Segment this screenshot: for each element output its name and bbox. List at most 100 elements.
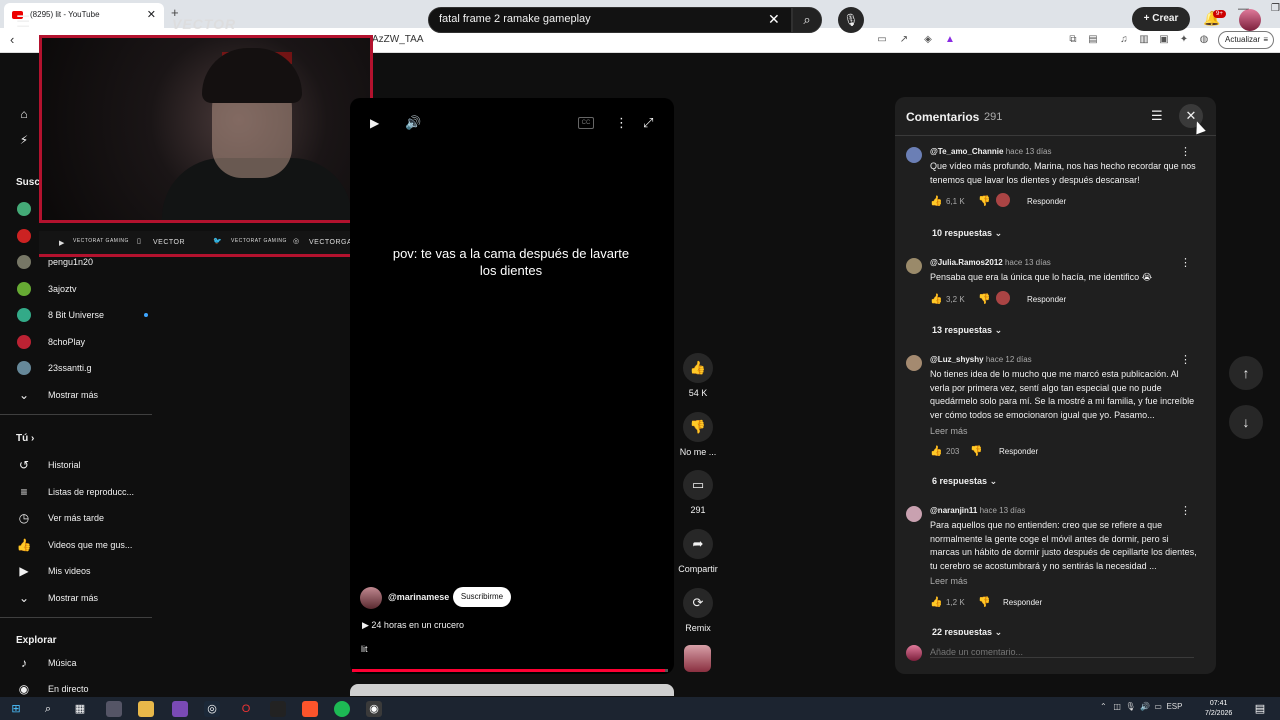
more-vert-icon[interactable]: ⋮ [1180, 504, 1191, 517]
replies-toggle[interactable]: 22 respuestas ⌄ [932, 627, 1002, 635]
reply-button[interactable]: Responder [1003, 598, 1042, 607]
voice-search-button[interactable]: 🎙 [838, 7, 864, 33]
add-comment-input[interactable] [930, 647, 1194, 658]
user-avatar[interactable] [1239, 9, 1261, 31]
playlist-link[interactable]: ▶ 24 horas en un crucero [362, 620, 464, 631]
app-icon[interactable] [106, 701, 122, 717]
opera-icon[interactable]: O [238, 701, 254, 717]
channel-name[interactable]: @marinamese [388, 592, 449, 602]
you-heading[interactable]: Tú › [16, 433, 34, 444]
notification-center-icon[interactable]: ▤ [1252, 701, 1268, 717]
commenter-avatar[interactable] [906, 147, 922, 163]
thumbs-up-icon[interactable]: 👍 [930, 294, 942, 305]
divider [895, 135, 1216, 136]
reply-button[interactable]: Responder [1027, 295, 1066, 304]
comment-author[interactable]: @naranjin11 [930, 506, 977, 515]
next-video-button[interactable]: ↓ [1229, 405, 1263, 439]
back-arrow-icon[interactable]: ‹ [10, 32, 14, 47]
screenshot-icon[interactable]: ▭ [876, 34, 888, 46]
commenter-avatar[interactable] [906, 506, 922, 522]
shield-icon[interactable]: ◈ [922, 34, 934, 46]
reply-button[interactable]: Responder [1027, 197, 1066, 206]
thumbs-down-icon[interactable]: 👎 [978, 196, 990, 207]
steam-icon[interactable]: ◎ [204, 701, 220, 717]
maximize-icon[interactable]: ❐ [1271, 3, 1280, 14]
comment-author[interactable]: @Te_amo_Channie [930, 147, 1003, 156]
game-icon[interactable] [270, 701, 286, 717]
ai-icon[interactable]: ✦ [1178, 34, 1190, 46]
share-icon[interactable]: ↗ [898, 34, 910, 46]
brave-icon[interactable] [302, 701, 318, 717]
comment-author[interactable]: @Julia.Ramos2012 [930, 258, 1003, 267]
shorts-video-player[interactable] [350, 98, 674, 674]
commenter-avatar[interactable] [906, 355, 922, 371]
subscribe-button[interactable]: Suscribirme [453, 587, 511, 607]
vpn-icon[interactable]: ◍ [1198, 34, 1210, 46]
fullscreen-icon[interactable]: ⤢ [643, 115, 653, 131]
comment-text: Que vídeo más profundo, Marina, nos has … [930, 161, 1196, 185]
search-input[interactable] [439, 13, 759, 25]
triangle-icon[interactable]: ▲ [944, 34, 956, 46]
share-button[interactable]: ➦ Compartir [676, 529, 720, 574]
task-view-icon[interactable]: ▦ [72, 701, 88, 717]
read-more-link[interactable]: Leer más [930, 426, 968, 436]
thumbs-down-icon[interactable]: 👎 [970, 446, 982, 457]
commenter-avatar[interactable] [906, 258, 922, 274]
subscriptions-heading[interactable]: Susc [16, 177, 40, 188]
obs-icon[interactable]: ◉ [366, 701, 382, 717]
search-box[interactable] [428, 7, 792, 33]
reader-icon[interactable]: ▥ [1138, 34, 1150, 46]
more-vert-icon[interactable]: ⋮ [1180, 145, 1191, 158]
create-button[interactable]: + Crear [1132, 7, 1190, 31]
remix-button[interactable]: ⟳ Remix [676, 588, 720, 633]
more-vert-icon[interactable]: ⋮ [615, 115, 628, 131]
hamburger-menu-icon[interactable]: ☰ [16, 12, 30, 32]
update-button[interactable]: Actualizar ≡ [1218, 31, 1274, 49]
play-icon[interactable]: ▶ [370, 116, 379, 130]
thumbs-down-icon[interactable]: 👎 [978, 294, 990, 305]
channel-name: 8choPlay [48, 337, 86, 347]
next-video-peek[interactable] [350, 684, 674, 696]
captions-icon[interactable]: CC [578, 117, 594, 129]
search-icon[interactable]: ⌕ [40, 701, 56, 717]
replies-toggle[interactable]: 10 respuestas ⌄ [932, 228, 1002, 239]
remix-icon: ⟳ [683, 588, 713, 618]
spotify-icon[interactable] [334, 701, 350, 717]
comment-text: Para aquellos que no entienden: creo que… [930, 520, 1197, 571]
sidebar-icon[interactable]: ▤ [1087, 34, 1099, 46]
taskbar-clock[interactable]: 07:41 7/2/2026 [1205, 699, 1232, 719]
thumbs-down-icon[interactable]: 👎 [978, 597, 990, 608]
previous-video-button[interactable]: ↑ [1229, 356, 1263, 390]
replies-toggle[interactable]: 6 respuestas ⌄ [932, 476, 997, 487]
file-explorer-icon[interactable] [138, 701, 154, 717]
channel-avatar[interactable] [360, 587, 382, 609]
discord-icon[interactable] [172, 701, 188, 717]
like-button[interactable]: 👍 54 K [676, 353, 720, 398]
sound-thumbnail[interactable] [684, 645, 711, 672]
search-button[interactable]: ⌕ [792, 7, 822, 33]
volume-icon[interactable]: 🔊 [405, 115, 421, 131]
channel-avatar [17, 335, 31, 349]
system-tray[interactable]: ⌃ ◫ 🎙 🔊 ▭ ESP [1100, 702, 1182, 711]
comment-header: @Luz_shyshy hace 12 días [930, 355, 1032, 364]
more-vert-icon[interactable]: ⋮ [1180, 353, 1191, 366]
replies-toggle[interactable]: 13 respuestas ⌄ [932, 325, 1002, 336]
thumbs-up-icon[interactable]: 👍 [930, 196, 942, 207]
wallet-icon[interactable]: ▣ [1158, 34, 1170, 46]
comment-author[interactable]: @Luz_shyshy [930, 355, 984, 364]
read-more-link[interactable]: Leer más [930, 576, 968, 586]
sort-icon[interactable]: ☰ [1151, 108, 1163, 124]
comments-button[interactable]: ▭ 291 [676, 470, 720, 515]
thumbs-up-icon[interactable]: 👍 [930, 597, 942, 608]
extension-icon[interactable]: ⧉ [1067, 34, 1079, 46]
video-progress-bar[interactable] [352, 669, 668, 672]
clear-search-icon[interactable]: ✕ [768, 11, 780, 28]
more-vert-icon[interactable]: ⋮ [1180, 256, 1191, 269]
url-text[interactable]: AzZW_TAA [372, 34, 423, 45]
windows-start-icon[interactable]: ⊞ [8, 701, 24, 717]
music-icon[interactable]: ♫ [1118, 34, 1130, 46]
thumbs-up-icon[interactable]: 👍 [930, 446, 942, 457]
dislike-button[interactable]: 👎 No me ... [676, 412, 720, 457]
reply-button[interactable]: Responder [999, 447, 1038, 456]
tab-close-icon[interactable]: ✕ [147, 8, 156, 21]
